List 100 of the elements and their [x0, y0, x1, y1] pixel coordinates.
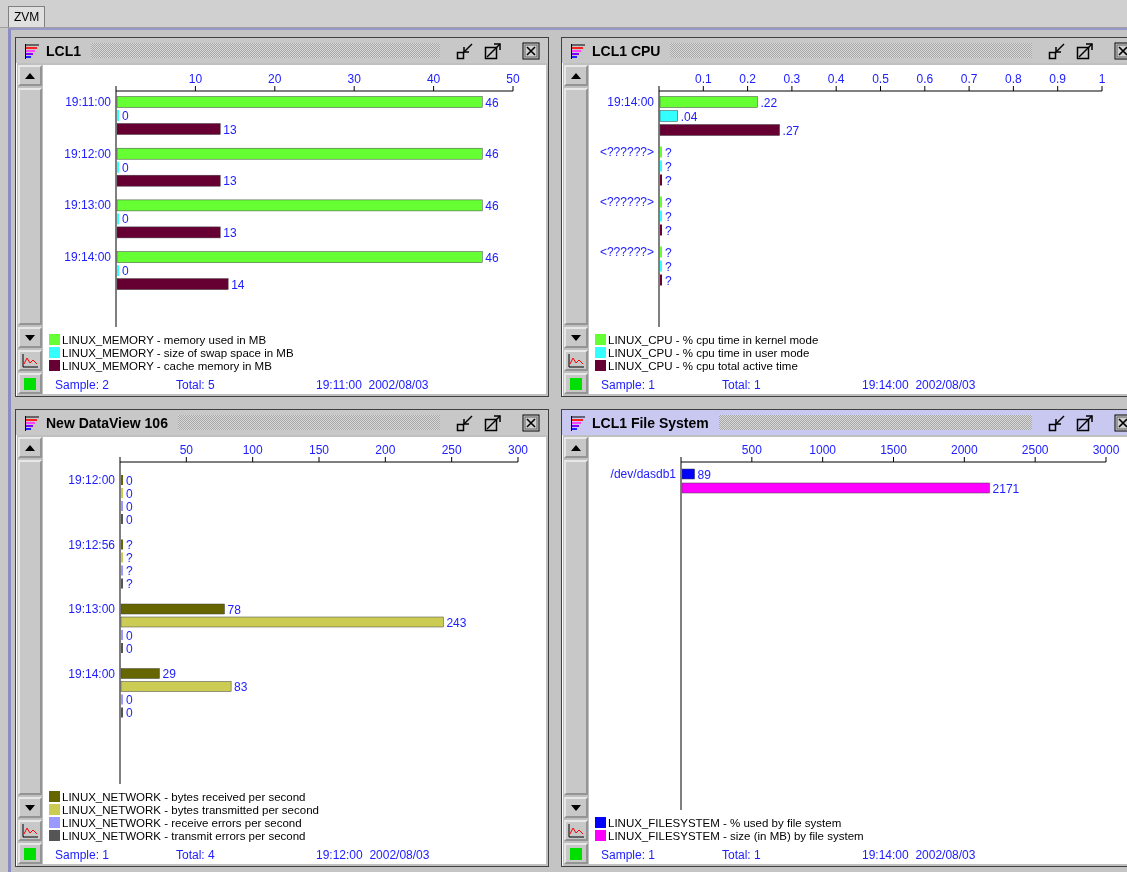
tick-label: 300	[508, 443, 528, 457]
value-label: 29	[162, 667, 176, 681]
value-label: 0	[122, 109, 129, 123]
close-icon	[522, 413, 540, 432]
window-title: LCL1 File System	[592, 414, 709, 431]
minimize-icon	[456, 41, 474, 60]
bars-icon	[24, 414, 40, 431]
down-arrow-icon	[25, 804, 35, 811]
sample-count: Sample: 1	[601, 378, 657, 392]
chart-button[interactable]	[18, 820, 42, 841]
category-label: 19:13:00	[68, 602, 115, 616]
value-label: ?	[665, 209, 672, 224]
up-arrow-icon	[25, 72, 35, 79]
value-label: ?	[665, 195, 672, 210]
tick-label: 40	[426, 72, 441, 86]
value-label: .27	[782, 123, 800, 138]
category-label: <??????>	[599, 145, 654, 159]
scroll-down-button[interactable]	[18, 797, 42, 818]
square-icon	[24, 377, 36, 390]
scroll-up-button[interactable]	[564, 437, 588, 458]
value-label: 13	[223, 122, 237, 137]
value-label: ?	[126, 577, 133, 591]
close-button[interactable]	[520, 39, 542, 62]
tick-label: 250	[441, 443, 462, 457]
scroll-up-button[interactable]	[18, 437, 42, 458]
value-label: .04	[680, 109, 698, 124]
legend-label: LINUX_NETWORK - bytes received per second	[62, 790, 306, 803]
legend-label: LINUX_FILESYSTEM - % used by file system	[608, 816, 842, 829]
scroll-down-button[interactable]	[564, 327, 588, 348]
toggle-button[interactable]	[564, 843, 588, 864]
value-label: ?	[665, 273, 672, 288]
value-label: 2171	[992, 481, 1020, 496]
tick-label: 0.4	[827, 72, 845, 86]
timestamp: 19:14:00 2002/08/03	[862, 378, 976, 392]
tick-label: 100	[242, 443, 263, 457]
value-label: ?	[665, 245, 672, 260]
sample-count: Sample: 2	[55, 378, 111, 392]
scrollbar-thumb[interactable]	[18, 460, 42, 795]
category-label: <??????>	[599, 245, 654, 259]
category-label: /dev/dasdb1	[610, 467, 676, 481]
value-label: 89	[697, 467, 711, 482]
value-label: 14	[231, 277, 245, 292]
tick-label: 0.8	[1005, 72, 1022, 86]
toggle-button[interactable]	[564, 373, 588, 394]
down-arrow-icon	[571, 334, 581, 341]
value-label: 0	[122, 264, 129, 279]
tick-label: 0.5	[872, 72, 889, 86]
line-chart-icon	[568, 823, 584, 838]
scroll-down-button[interactable]	[564, 797, 588, 818]
tick-label: 0.3	[783, 72, 801, 86]
legend-label: LINUX_FILESYSTEM - size (in MB) by file system	[608, 829, 864, 842]
legend-label: LINUX_MEMORY - cache memory in MB	[62, 359, 272, 372]
value-label: 78	[227, 602, 241, 617]
tick-label: 0.9	[1049, 72, 1067, 86]
tick-label: 10	[188, 72, 203, 86]
scroll-up-button[interactable]	[18, 65, 42, 86]
chart-button[interactable]	[564, 350, 588, 371]
tick-label: 2500	[1021, 443, 1049, 457]
scrollbar-thumb[interactable]	[564, 88, 588, 325]
value-label: 46	[485, 95, 499, 110]
up-arrow-icon	[25, 444, 35, 451]
close-button[interactable]	[520, 411, 542, 434]
scroll-up-button[interactable]	[564, 65, 588, 86]
value-label: 0	[126, 512, 133, 527]
category-label: 19:12:56	[68, 537, 115, 552]
toggle-button[interactable]	[18, 373, 42, 394]
up-arrow-icon	[571, 72, 581, 79]
category-label: 19:11:00	[65, 95, 111, 109]
value-label: 0	[126, 499, 133, 514]
legend-label: LINUX_CPU - % cpu total active time	[608, 359, 798, 372]
legend-label: LINUX_MEMORY - memory used in MB	[62, 333, 267, 346]
legend-label: LINUX_NETWORK - bytes transmitted per second	[62, 803, 319, 816]
minimize-icon	[1048, 41, 1066, 60]
chart-button[interactable]	[18, 350, 42, 371]
value-label: ?	[126, 538, 133, 552]
bars-icon	[570, 42, 586, 59]
scrollbar-thumb[interactable]	[564, 460, 588, 795]
value-label: 83	[234, 680, 248, 694]
legend-label: LINUX_NETWORK - transmit errors per second	[62, 829, 306, 842]
tick-label: 0.6	[916, 72, 934, 86]
tab[interactable]: ZVM	[8, 6, 46, 27]
legend-label: LINUX_CPU - % cpu time in user mode	[608, 346, 810, 359]
close-button[interactable]	[1112, 411, 1127, 434]
up-arrow-icon	[571, 444, 581, 451]
value-label: ?	[665, 223, 672, 238]
category-label: 19:14:00	[68, 666, 115, 681]
tick-label: 3000	[1092, 443, 1120, 457]
chart-button[interactable]	[564, 820, 588, 841]
value-label: 0	[122, 212, 129, 227]
scroll-down-button[interactable]	[18, 327, 42, 348]
sample-count: Sample: 1	[55, 848, 111, 862]
square-icon	[24, 847, 36, 860]
value-label: ?	[665, 145, 672, 160]
close-button[interactable]	[1112, 39, 1127, 62]
tick-label: 0.1	[694, 72, 712, 86]
window-title: LCL1 CPU	[592, 42, 661, 59]
tick-label: 1000	[809, 443, 836, 457]
toggle-button[interactable]	[18, 843, 42, 864]
tick-label: 150	[309, 443, 329, 457]
scrollbar-thumb[interactable]	[18, 88, 42, 325]
